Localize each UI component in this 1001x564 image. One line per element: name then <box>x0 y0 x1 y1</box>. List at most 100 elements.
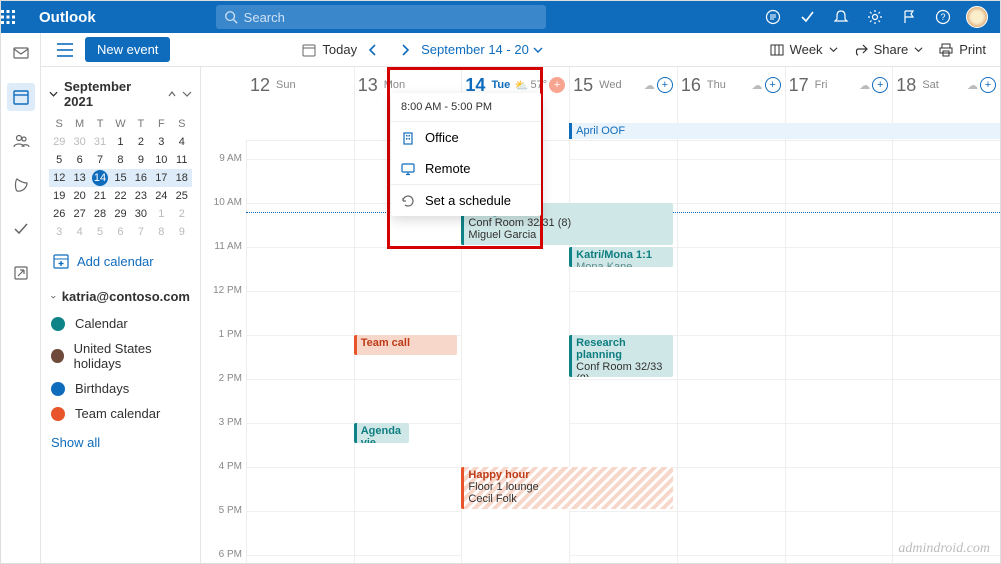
mini-cal-day[interactable]: 4 <box>172 133 192 151</box>
mini-cal-day[interactable]: 25 <box>172 187 192 205</box>
mini-cal-day[interactable]: 6 <box>110 223 130 241</box>
help-icon[interactable]: ? <box>928 1 958 33</box>
mini-cal-day[interactable]: 27 <box>69 205 89 223</box>
popup-office-option[interactable]: Office <box>391 122 541 153</box>
mini-cal-day[interactable]: 8 <box>151 223 171 241</box>
account-avatar[interactable] <box>962 1 992 33</box>
mini-cal-day[interactable]: 29 <box>49 133 69 151</box>
mini-cal-day[interactable]: 7 <box>131 223 151 241</box>
day-column[interactable] <box>785 141 893 563</box>
popup-set-schedule[interactable]: Set a schedule <box>391 184 541 216</box>
working-location-button[interactable]: + <box>657 77 673 93</box>
chat-icon[interactable] <box>758 1 788 33</box>
mini-month-next[interactable] <box>182 89 192 99</box>
mini-cal-day[interactable]: 14 <box>90 169 110 187</box>
share-button[interactable]: Share <box>854 42 924 57</box>
search-box[interactable]: Search <box>216 5 546 29</box>
app-launcher-icon[interactable] <box>1 10 33 24</box>
mini-cal-day[interactable]: 13 <box>69 169 89 187</box>
mini-cal-day[interactable]: 17 <box>151 169 171 187</box>
rail-calendar-icon[interactable] <box>7 83 35 111</box>
view-switcher-week[interactable]: Week <box>770 42 838 57</box>
next-week-button[interactable] <box>389 44 421 56</box>
chevron-down-icon[interactable] <box>49 89 58 99</box>
show-all-button[interactable]: Show all <box>49 425 192 460</box>
mini-cal-day[interactable]: 22 <box>110 187 130 205</box>
mini-cal-day[interactable]: 19 <box>49 187 69 205</box>
today-button[interactable]: Today <box>302 42 357 57</box>
mini-cal-day[interactable]: 15 <box>110 169 130 187</box>
mini-cal-day[interactable]: 31 <box>90 133 110 151</box>
rail-more-icon[interactable] <box>7 259 35 287</box>
new-event-button[interactable]: New event <box>85 37 170 62</box>
mini-cal-day[interactable]: 9 <box>172 223 192 241</box>
popup-remote-option[interactable]: Remote <box>391 153 541 184</box>
calendar-event[interactable]: Katri/Mona 1:1 Mona Kane <box>569 247 673 267</box>
mini-cal-day[interactable]: 20 <box>69 187 89 205</box>
mini-cal-day[interactable]: 30 <box>131 205 151 223</box>
mini-month-prev[interactable] <box>166 89 176 99</box>
sidebar-toggle-icon[interactable] <box>49 43 81 57</box>
settings-icon[interactable] <box>860 1 890 33</box>
working-location-button[interactable]: + <box>549 77 565 93</box>
allday-event[interactable]: April OOF <box>569 123 1000 139</box>
account-section[interactable]: katria@contoso.com <box>49 281 192 312</box>
add-calendar-button[interactable]: Add calendar <box>49 241 192 281</box>
mini-cal-day[interactable]: 21 <box>90 187 110 205</box>
mini-cal-day[interactable]: 2 <box>172 205 192 223</box>
rail-mail-icon[interactable] <box>7 39 35 67</box>
mini-cal-day[interactable]: 28 <box>90 205 110 223</box>
print-button[interactable]: Print <box>939 42 986 57</box>
calendar-item[interactable]: Birthdays <box>51 381 190 396</box>
calendar-item[interactable]: Team calendar <box>51 406 190 421</box>
rail-people-icon[interactable] <box>7 127 35 155</box>
rail-files-icon[interactable] <box>7 171 35 199</box>
mini-cal-day[interactable]: 11 <box>172 151 192 169</box>
day-header[interactable]: 17Fri☁+ <box>785 75 893 96</box>
calendar-event[interactable]: Happy hourFloor 1 loungeCecil Folk <box>461 467 672 509</box>
mini-cal-day[interactable]: 18 <box>172 169 192 187</box>
mini-cal-day[interactable]: 26 <box>49 205 69 223</box>
mini-cal-day[interactable]: 1 <box>110 133 130 151</box>
day-column[interactable] <box>892 141 1000 563</box>
mini-cal-day[interactable]: 12 <box>49 169 69 187</box>
notifications-icon[interactable] <box>826 1 856 33</box>
rail-todo-icon[interactable] <box>7 215 35 243</box>
mini-cal-day[interactable]: 6 <box>69 151 89 169</box>
mini-cal-day[interactable]: 29 <box>110 205 130 223</box>
day-column[interactable] <box>246 141 354 563</box>
mini-cal-day[interactable]: 24 <box>151 187 171 205</box>
calendar-item[interactable]: Calendar <box>51 316 190 331</box>
mini-cal-day[interactable]: 30 <box>69 133 89 151</box>
mini-cal-day[interactable]: 5 <box>90 223 110 241</box>
mini-cal-day[interactable]: 1 <box>151 205 171 223</box>
mini-cal-day[interactable]: 5 <box>49 151 69 169</box>
mini-cal-day[interactable]: 8 <box>110 151 130 169</box>
calendar-event[interactable]: Agenda vie <box>354 423 409 443</box>
mini-cal-day[interactable]: 3 <box>49 223 69 241</box>
prev-week-button[interactable] <box>357 44 389 56</box>
flag-icon[interactable] <box>894 1 924 33</box>
date-range-picker[interactable]: September 14 - 20 <box>421 42 543 57</box>
day-column[interactable] <box>677 141 785 563</box>
day-header[interactable]: 15Wed☁+ <box>569 75 677 96</box>
mini-cal-day[interactable]: 16 <box>131 169 151 187</box>
calendar-event[interactable]: Research planningConf Room 32/33 (8)Wand… <box>569 335 673 377</box>
working-location-button[interactable]: + <box>765 77 781 93</box>
working-location-button[interactable]: + <box>980 77 996 93</box>
mini-cal-day[interactable]: 4 <box>69 223 89 241</box>
mini-cal-day[interactable]: 23 <box>131 187 151 205</box>
working-location-button[interactable]: + <box>872 77 888 93</box>
todo-icon[interactable] <box>792 1 822 33</box>
mini-cal-day[interactable]: 7 <box>90 151 110 169</box>
mini-cal-day[interactable]: 9 <box>131 151 151 169</box>
calendar-event[interactable]: Team call <box>354 335 458 355</box>
day-header[interactable]: 18Sat☁+ <box>892 75 1000 96</box>
day-header[interactable]: 12Sun <box>246 75 354 96</box>
mini-calendar[interactable]: SMTWTFS293031123456789101112131415161718… <box>49 115 192 241</box>
day-header[interactable]: 16Thu☁+ <box>677 75 785 96</box>
mini-cal-day[interactable]: 10 <box>151 151 171 169</box>
calendar-item[interactable]: United States holidays <box>51 341 190 371</box>
mini-cal-day[interactable]: 2 <box>131 133 151 151</box>
mini-cal-day[interactable]: 3 <box>151 133 171 151</box>
